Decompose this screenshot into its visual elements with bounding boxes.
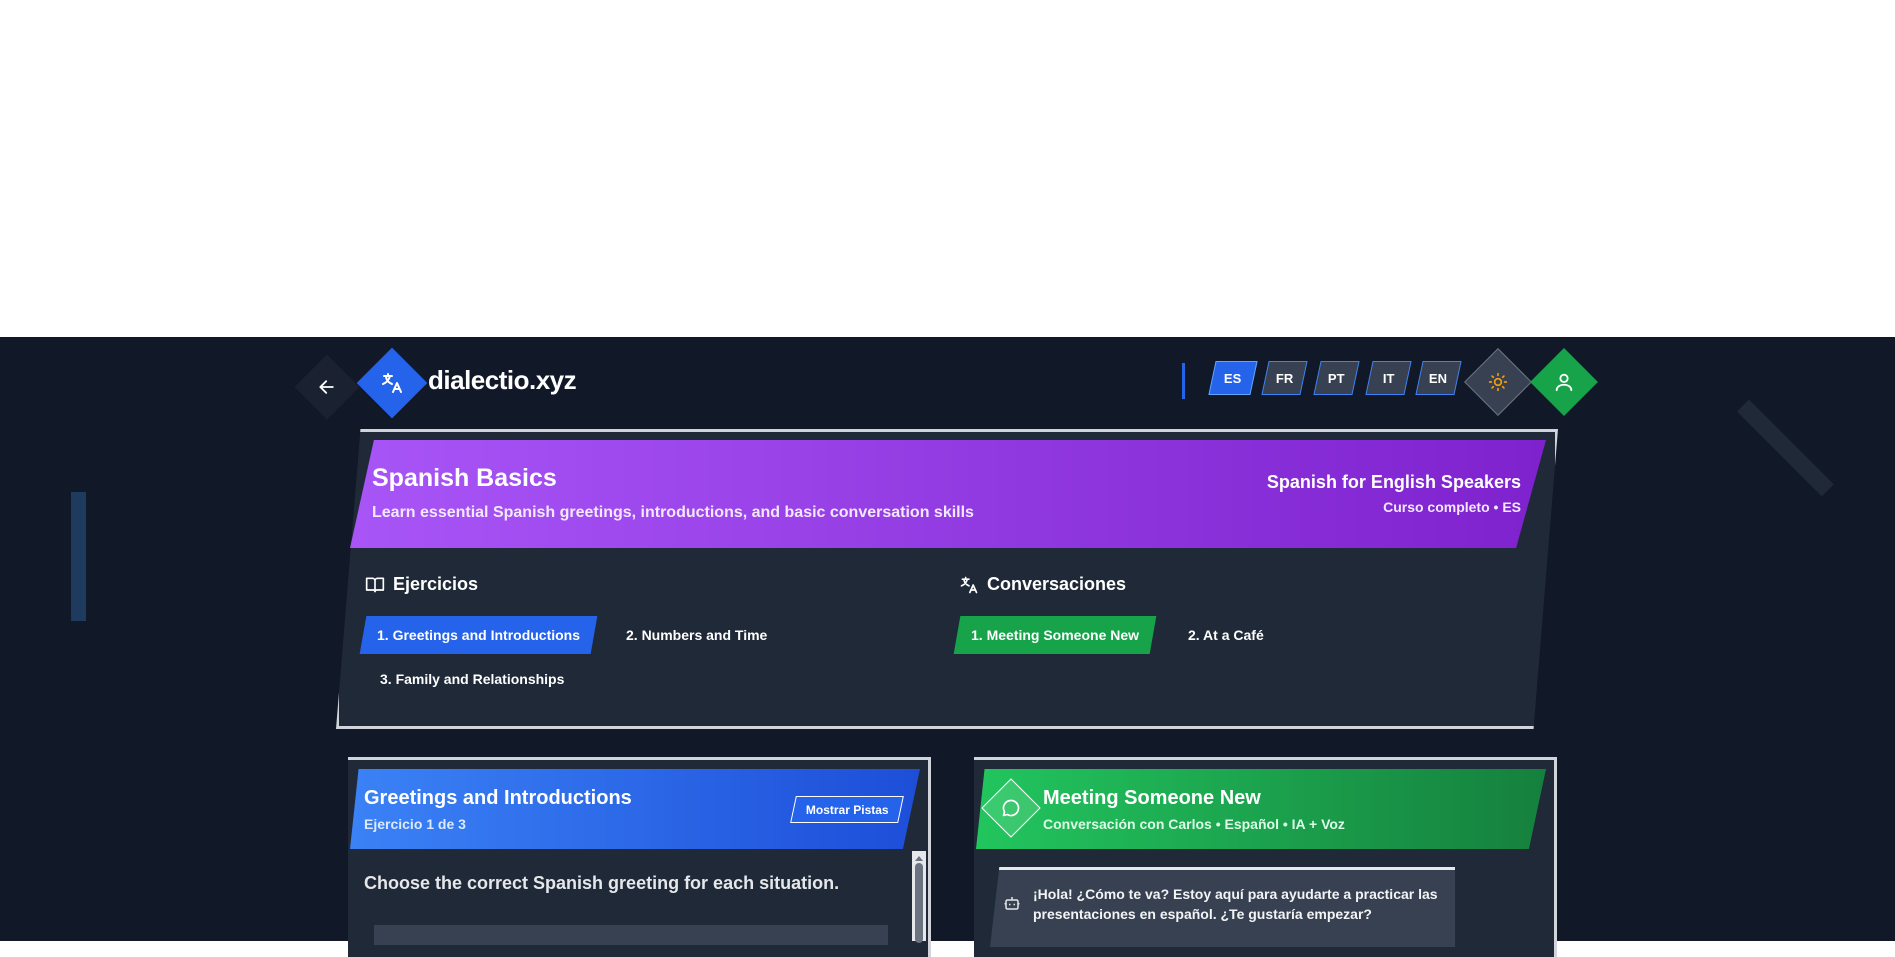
conversations-heading: Conversaciones [959,574,1126,595]
translate-icon [960,576,978,593]
course-subtitle: Learn essential Spanish greetings, intro… [372,504,974,521]
exercise-question-box [374,925,888,945]
exercise-chip-2[interactable]: 2. Numbers and Time [612,616,781,654]
course-track: Spanish for English Speakers [1266,472,1521,492]
course-banner [350,440,1546,548]
exercise-title: Greetings and Introductions [364,787,632,809]
course-title: Spanish Basics [372,464,557,492]
bot-icon [1004,897,1020,910]
exercise-instruction: Choose the correct Spanish greeting for … [364,873,840,893]
content-layer: Spanish Basics Learn essential Spanish g… [0,337,1895,957]
exercise-chip-3[interactable]: 3. Family and Relationships [366,660,578,698]
conversation-title: Meeting Someone New [1043,787,1261,809]
exercise-scroll-thumb[interactable] [915,863,923,943]
conversation-subtitle: Conversación con Carlos • Español • IA +… [1043,816,1345,832]
bot-message-text: ¡Hola! ¿Cómo te va? Estoy aquí para ayud… [1033,886,1438,922]
conversation-chip-2[interactable]: 2. At a Café [1174,616,1278,654]
exercise-chip-1[interactable]: 1. Greetings and Introductions [359,616,598,654]
chat-bubble-icon [1002,799,1020,817]
show-hints-button[interactable]: Mostrar Pistas [790,796,904,823]
exercise-progress: Ejercicio 1 de 3 [364,816,466,832]
exercises-heading: Ejercicios [365,574,478,595]
conversation-badge [990,787,1032,829]
conversation-chip-1[interactable]: 1. Meeting Someone New [953,616,1157,654]
course-meta: Curso completo • ES [1383,499,1521,515]
book-icon [365,577,385,592]
